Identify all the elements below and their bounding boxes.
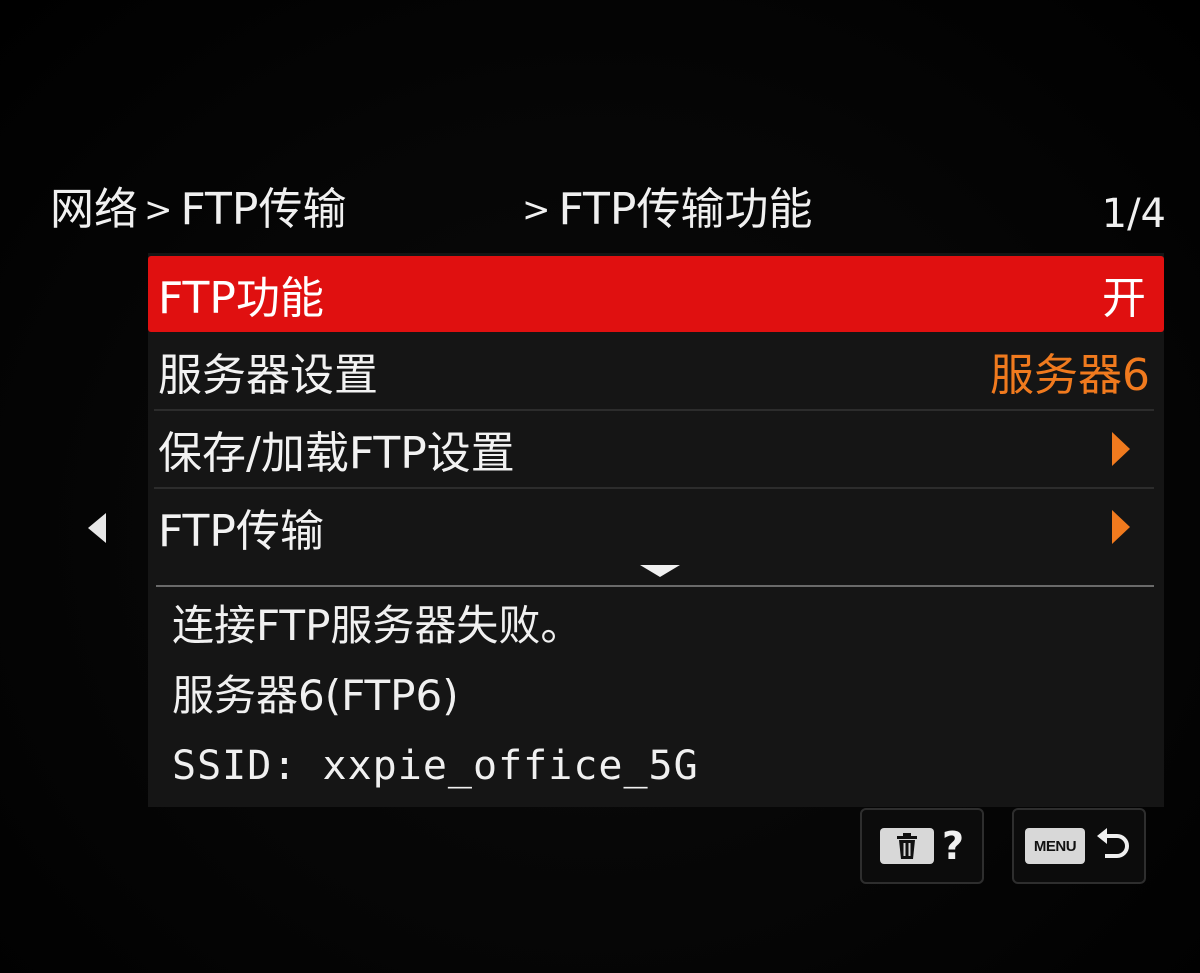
ssid-text: SSID: xxpie_office_5G <box>172 743 699 789</box>
server-name: 服务器6(FTP6) <box>172 671 459 720</box>
triangle-down-icon <box>640 565 680 577</box>
breadcrumb-ftp-transfer[interactable]: FTP传输 <box>181 184 347 235</box>
menu-item-ftp-function[interactable]: FTP功能 开 <box>148 256 1164 332</box>
menu-back-button[interactable]: MENU <box>1012 808 1146 884</box>
menu-item-server-settings[interactable]: 服务器设置 服务器6 <box>148 333 1164 409</box>
breadcrumb-separator: > <box>144 190 173 230</box>
help-icon: ? <box>941 824 965 868</box>
chevron-right-icon <box>1112 432 1130 466</box>
breadcrumb: 网络 > FTP传输 <box>50 180 346 243</box>
menu-item-label: 保存/加载FTP设置 <box>158 428 515 479</box>
page-indicator: 1/4 <box>1101 191 1166 237</box>
info-divider <box>156 585 1154 587</box>
menu-item-label: FTP功能 <box>158 273 324 324</box>
menu-item-label: 服务器设置 <box>158 350 378 401</box>
menu-item-ftp-transfer[interactable]: FTP传输 <box>148 489 1164 565</box>
breadcrumb-current: > FTP传输功能 <box>516 180 812 243</box>
menu-item-value: 服务器6 <box>990 350 1150 401</box>
menu-item-save-load-ftp-settings[interactable]: 保存/加载FTP设置 <box>148 411 1164 487</box>
delete-help-button[interactable]: ? <box>860 808 984 884</box>
status-message: 连接FTP服务器失败。 <box>172 601 583 650</box>
breadcrumb-separator: > <box>522 190 551 230</box>
breadcrumb-ftp-transfer-function: FTP传输功能 <box>558 184 813 235</box>
triangle-left-icon[interactable] <box>88 513 106 543</box>
trash-icon <box>879 828 934 864</box>
breadcrumb-network[interactable]: 网络 <box>50 184 138 235</box>
return-arrow-icon <box>1097 828 1129 858</box>
menu-item-label: FTP传输 <box>158 506 324 557</box>
chevron-right-icon <box>1112 510 1130 544</box>
menu-item-value: 开 <box>1102 273 1146 324</box>
camera-menu-screen: 网络 > FTP传输 > FTP传输功能 1/4 FTP功能 开 服务器设置 服务器6… <box>0 0 1200 973</box>
menu-key-icon: MENU <box>1025 828 1085 864</box>
